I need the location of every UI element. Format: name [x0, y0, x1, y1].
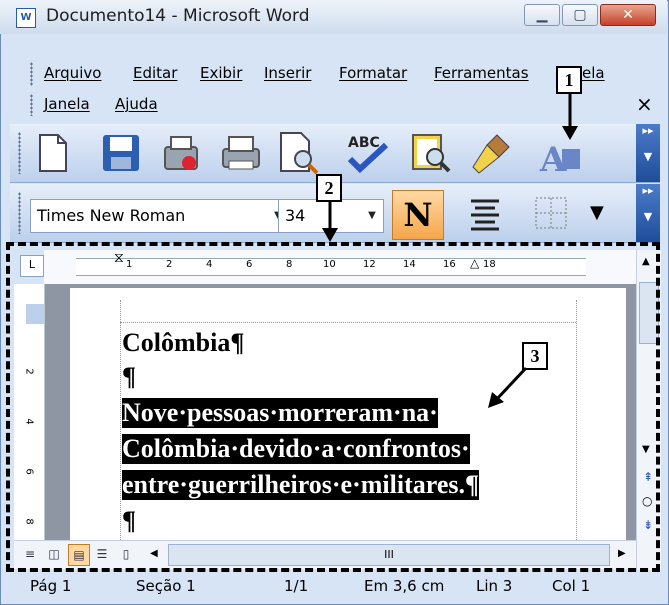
save-icon	[103, 135, 139, 171]
print-preview-button[interactable]	[276, 130, 322, 176]
toolbar-options-chevron[interactable]: ▸▸ ▼	[636, 124, 660, 182]
font-name-field[interactable]: Times New Roman ▼	[30, 199, 290, 233]
close-button[interactable]: ✕	[600, 4, 656, 26]
window-title: Documento14 - Microsoft Word	[46, 6, 310, 26]
borders-button[interactable]	[528, 190, 574, 236]
menu-ferramentas[interactable]: Ferramentas	[434, 64, 529, 82]
print-icon	[222, 136, 260, 170]
borders-dropdown-icon[interactable]: ▼	[590, 202, 604, 223]
menu-exibir[interactable]: Exibir	[200, 64, 242, 82]
status-column: Col 1	[552, 577, 591, 595]
spelling-button[interactable]: ABC	[342, 130, 388, 176]
annotation-dashed-region	[6, 242, 660, 572]
maximize-button[interactable]: ▢	[562, 4, 598, 26]
menu-editar[interactable]: Editar	[133, 64, 177, 82]
menu-tabela-partial[interactable]: ela	[582, 64, 605, 82]
status-page: Pág 1	[30, 577, 72, 595]
format-painter-button[interactable]	[470, 130, 516, 176]
permission-icon	[164, 136, 198, 170]
maximize-icon: ▢	[573, 7, 587, 23]
callout-2: 2	[316, 174, 342, 202]
size-dropdown-icon[interactable]: ▼	[365, 200, 379, 232]
research-button[interactable]	[408, 130, 454, 176]
minimize-button[interactable]: ▁	[524, 4, 560, 26]
status-position: Em 3,6 cm	[364, 577, 445, 595]
svg-text:ABC: ABC	[348, 135, 380, 151]
spelling-icon: ABC	[347, 135, 388, 174]
menu-arquivo[interactable]: Arquivo	[44, 64, 101, 82]
menu-inserir[interactable]: Inserir	[264, 64, 311, 82]
borders-icon	[535, 197, 567, 229]
close-document-icon[interactable]: ×	[636, 92, 653, 116]
minimize-icon: ▁	[536, 7, 548, 23]
close-icon: ✕	[622, 7, 634, 23]
save-button[interactable]	[98, 130, 144, 176]
font-size-value: 34	[285, 206, 306, 225]
print-preview-icon	[280, 132, 319, 175]
font-name-value: Times New Roman	[37, 206, 186, 225]
status-line: Lin 3	[476, 577, 513, 595]
formatting-toolbar-grip[interactable]	[18, 192, 21, 234]
menubar-grip[interactable]	[30, 62, 33, 86]
print-button[interactable]	[218, 130, 264, 176]
standard-toolbar-grip[interactable]	[18, 132, 21, 174]
callout-1-arrow	[562, 94, 578, 140]
word-app-icon[interactable]: W	[16, 8, 36, 28]
research-icon	[412, 134, 451, 173]
callout-3-arrow	[488, 366, 528, 408]
new-document-button[interactable]	[30, 130, 76, 176]
callout-2-arrow	[322, 202, 338, 242]
status-pages: 1/1	[284, 577, 309, 595]
new-document-icon	[39, 134, 67, 172]
menu-janela[interactable]: Janela	[44, 95, 90, 113]
menu-ajuda[interactable]: Ajuda	[115, 95, 158, 113]
align-center-icon	[471, 199, 499, 231]
align-center-button[interactable]	[462, 190, 508, 236]
format-painter-icon	[472, 134, 510, 174]
callout-1: 1	[556, 66, 582, 94]
bold-button[interactable]: N	[392, 190, 444, 240]
permission-button[interactable]	[158, 130, 204, 176]
formatting-options-chevron[interactable]: ▸▸ ▼	[636, 184, 660, 242]
status-section: Seção 1	[136, 577, 196, 595]
menu-formatar[interactable]: Formatar	[339, 64, 407, 82]
menubar-grip-2[interactable]	[30, 94, 33, 116]
